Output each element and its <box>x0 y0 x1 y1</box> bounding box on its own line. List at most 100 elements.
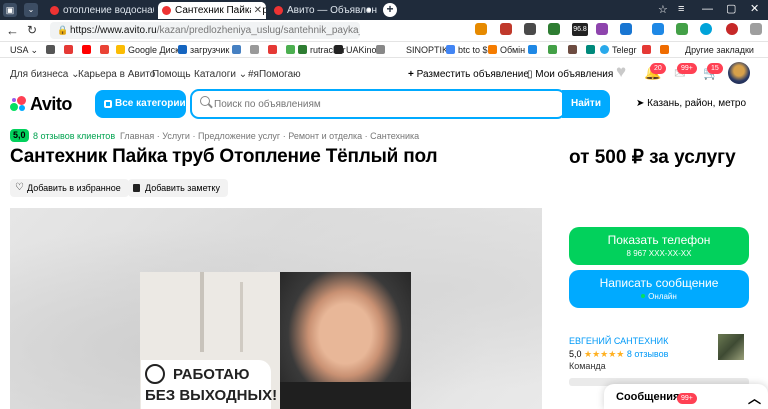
bookmark-btc[interactable]: btc to $ <box>446 45 488 55</box>
bookmark-icon-only[interactable] <box>586 45 598 55</box>
bookmark-star-icon[interactable]: ☆ <box>658 3 668 16</box>
post-ad-link[interactable]: + Разместить объявление <box>408 69 529 80</box>
seller-name[interactable]: ЕВГЕНИЙ САНТЕХНИК <box>569 336 668 346</box>
maximize-icon[interactable]: ▢ <box>726 2 736 15</box>
careers-link[interactable]: Карьера в Авито <box>78 69 155 80</box>
seller-reviews-link[interactable]: 8 отзывов <box>627 349 669 359</box>
messages-widget-label: Сообщения <box>616 391 680 403</box>
new-tab-button[interactable]: + <box>383 3 397 17</box>
search-box <box>190 89 566 119</box>
bookmark-icon-only[interactable] <box>46 45 58 55</box>
bookmark-icon-only[interactable] <box>82 45 94 55</box>
favorites-heart-icon[interactable]: ♥ <box>616 62 626 82</box>
extension-icon[interactable] <box>700 23 712 35</box>
back-icon[interactable]: ← <box>6 23 19 38</box>
cart-badge: 15 <box>707 63 723 74</box>
bookmark-label: SINOPTIK <box>406 45 449 55</box>
link-label: Мои объявления <box>535 69 614 80</box>
bookmark-icon-only[interactable] <box>232 45 244 55</box>
seller-type: Команда <box>569 361 606 371</box>
extension-icon[interactable] <box>726 23 738 35</box>
minimize-icon[interactable]: — <box>702 3 713 15</box>
search-input[interactable] <box>214 95 554 113</box>
ya-pomogayu-link[interactable]: #яПомогаю <box>248 69 301 80</box>
avatar[interactable] <box>728 62 750 84</box>
browser-menu-icon[interactable]: ▣ <box>3 3 17 17</box>
extension-icon[interactable] <box>524 23 536 35</box>
bookmark-icon-only[interactable] <box>64 45 76 55</box>
bookmark-icon <box>376 45 385 54</box>
breadcrumb-item[interactable]: Главная <box>120 131 154 141</box>
location-city: Казань, <box>647 98 683 109</box>
chevron-down-icon: ⌄ <box>235 69 248 80</box>
tab-audio-dot-icon <box>367 8 371 12</box>
bookmark-icon-only[interactable] <box>268 45 280 55</box>
my-ads-link[interactable]: ▯ Мои объявления <box>527 69 613 80</box>
bookmark-icon-only[interactable] <box>528 45 540 55</box>
bookmark-sinoptik[interactable]: SINOPTIK <box>406 45 448 55</box>
bookmark-icon-only[interactable] <box>548 45 560 55</box>
write-message-label: Написать сообщение <box>599 276 719 290</box>
reviews-link[interactable]: 8 отзывов клиентов <box>33 131 115 141</box>
bookmark-telegram[interactable]: Telegr <box>600 45 637 55</box>
bookmark-loader[interactable]: загрузчик <box>178 45 229 55</box>
tab-avito[interactable]: Авито — Объявления н <box>270 2 377 19</box>
bookmark-icon-only[interactable] <box>250 45 262 55</box>
bookmark-icon-only[interactable] <box>568 45 580 55</box>
tabs-dropdown-icon[interactable]: ⌄ <box>24 3 38 17</box>
bookmark-icon <box>46 45 55 54</box>
bookmark-icon-only[interactable] <box>286 45 298 55</box>
show-phone-button[interactable]: Показать телефон 8 967 XXX-XX-XX <box>569 227 749 265</box>
tab-plumber[interactable]: Сантехник Пайка труб ✕ <box>158 2 266 19</box>
add-to-favorites-button[interactable]: ♡ Добавить в избранное <box>10 179 129 197</box>
bookmark-icon-only[interactable] <box>100 45 112 55</box>
breadcrumb-item[interactable]: Услуги <box>162 131 190 141</box>
bookmark-label: btc to $ <box>458 45 488 55</box>
add-note-button[interactable]: Добавить заметку <box>128 179 228 197</box>
extension-ltc-icon[interactable]: 96.8 <box>572 23 588 36</box>
bookmark-label: Обмін <box>500 45 526 55</box>
gallery[interactable]: РАБОТАЮ БЕЗ ВЫХОДНЫХ! <box>10 208 542 409</box>
download-icon[interactable] <box>652 23 664 35</box>
help-link[interactable]: Помощь <box>152 69 191 80</box>
seller-avatar[interactable] <box>718 334 744 360</box>
catalogs-link[interactable]: Каталоги ⌄ <box>194 69 247 80</box>
bookmark-google-drive[interactable]: Google Диск <box>116 45 179 55</box>
bookmark-icon <box>548 45 557 54</box>
bookmark-icon-only[interactable] <box>660 45 672 55</box>
url-field[interactable]: 🔒 https://www.avito.ru/kazan/predlozheni… <box>50 22 360 39</box>
extension-icon[interactable] <box>676 23 688 35</box>
refresh-icon[interactable]: ↻ <box>27 23 37 37</box>
extension-icon[interactable] <box>548 23 560 35</box>
extension-icon[interactable] <box>596 23 608 35</box>
extension-icon[interactable] <box>500 23 512 35</box>
bookmark-icon <box>268 45 277 54</box>
bookmark-uakino[interactable]: UAKino <box>334 45 377 55</box>
online-dot-icon <box>641 294 646 298</box>
breadcrumb-item[interactable]: Ремонт и отделка <box>288 131 362 141</box>
location-selector[interactable]: ➤ Казань, район, метро <box>636 98 746 109</box>
gear-badge-icon <box>145 364 165 384</box>
bookmark-icon-only[interactable] <box>642 45 654 55</box>
all-categories-button[interactable]: Все категории <box>95 90 186 118</box>
for-business-link[interactable]: Для бизнеса ⌄ <box>10 69 80 80</box>
close-window-icon[interactable]: ✕ <box>750 2 759 15</box>
breadcrumb-item[interactable]: Сантехника <box>370 131 419 141</box>
bookmark-exchange[interactable]: Обмін <box>488 45 525 55</box>
menu-icon[interactable]: ≡ <box>678 3 684 15</box>
close-tab-icon[interactable]: ✕ <box>250 2 262 19</box>
extension-icon[interactable] <box>475 23 487 35</box>
bookmark-icon <box>642 45 651 54</box>
extension-icon[interactable] <box>620 23 632 35</box>
tab-heating[interactable]: отопление водоснабжение <box>46 2 154 19</box>
bookmark-icon-only[interactable] <box>376 45 388 55</box>
write-message-button[interactable]: Написать сообщение Онлайн <box>569 270 749 308</box>
chevron-up-icon[interactable]: ︿ <box>748 388 761 407</box>
lock-icon: 🔒 <box>57 25 69 35</box>
search-submit-button[interactable]: Найти <box>562 90 610 118</box>
bookmark-usa[interactable]: USA ⌄ <box>10 45 38 55</box>
other-bookmarks[interactable]: Другие закладки <box>685 45 754 55</box>
messages-widget[interactable]: Сообщения 99+ ︿ <box>604 384 768 409</box>
breadcrumb-item[interactable]: Предложение услуг <box>198 131 280 141</box>
extensions-puzzle-icon[interactable] <box>750 23 762 35</box>
